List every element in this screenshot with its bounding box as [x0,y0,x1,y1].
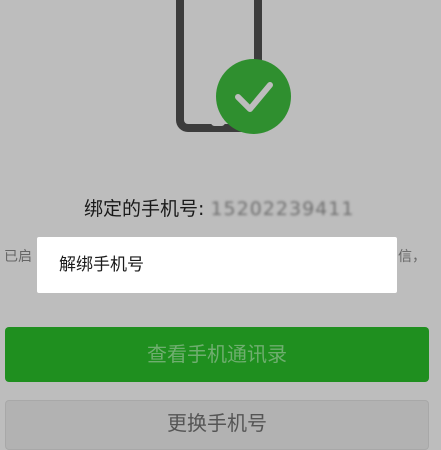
description-text-right: 信， [398,249,426,265]
menu-item-unbind-phone[interactable]: 解绑手机号 [59,237,144,293]
view-contacts-button[interactable]: 查看手机通讯录 [5,327,429,382]
check-badge [216,59,291,134]
phone-home-button-icon [211,119,225,126]
bound-phone-line: 绑定的手机号: 15202239411 [84,194,384,222]
description-text-left: 已启 [4,249,32,265]
bound-phone-number: 15202239411 [210,198,355,220]
check-icon [235,82,273,112]
bound-phone-label: 绑定的手机号: [84,198,211,220]
context-menu: 解绑手机号 [37,237,397,293]
phone-binding-screen: 绑定的手机号: 15202239411 已启 信， 查看手机通讯录 更换手机号 [0,0,441,450]
change-phone-button[interactable]: 更换手机号 [5,400,429,450]
